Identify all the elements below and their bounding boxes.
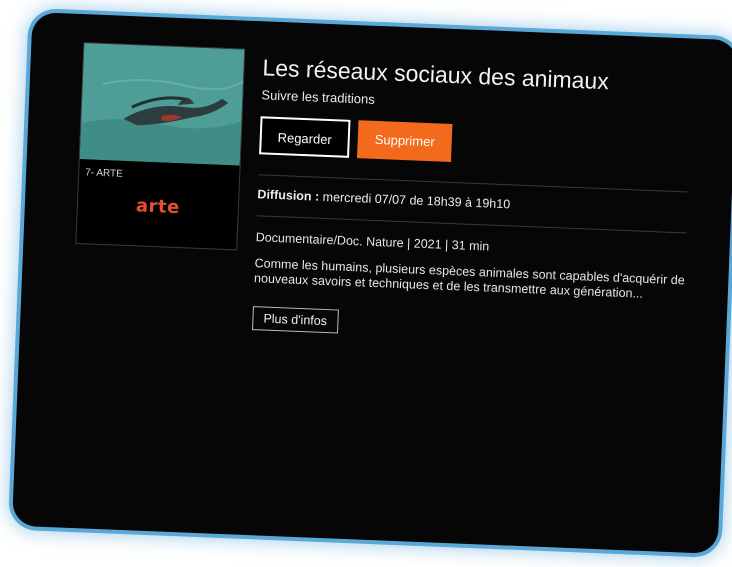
program-description: Comme les humains, plusieurs espèces ani… [253,256,686,301]
broadcast-label: Diffusion : [257,187,320,204]
watch-button[interactable]: Regarder [259,116,351,158]
action-buttons: Regarder Supprimer [259,116,700,174]
program-meta: Documentaire/Doc. Nature | 2021 | 31 min [255,230,490,254]
dolphin-thumbnail-image [79,43,245,166]
program-thumbnail [79,43,245,166]
arte-logo: arte [135,195,181,219]
channel-card[interactable]: 7- ARTE arte [75,42,246,251]
program-detail-screen: 7- ARTE arte Les réseaux sociaux des ani… [12,12,732,554]
divider [256,215,687,234]
delete-button[interactable]: Supprimer [356,120,453,162]
more-info-button[interactable]: Plus d'infos [252,306,339,334]
channel-number: 7- ARTE [84,167,123,180]
broadcast-value: mercredi 07/07 de 18h39 à 19h10 [322,189,511,212]
broadcast-info: Diffusion : mercredi 07/07 de 18h39 à 19… [257,187,697,219]
program-info: Les réseaux sociaux des animaux Suivre l… [252,49,703,347]
tv-screen-frame: 7- ARTE arte Les réseaux sociaux des ani… [11,12,732,554]
stage: 7- ARTE arte Les réseaux sociaux des ani… [0,0,732,567]
